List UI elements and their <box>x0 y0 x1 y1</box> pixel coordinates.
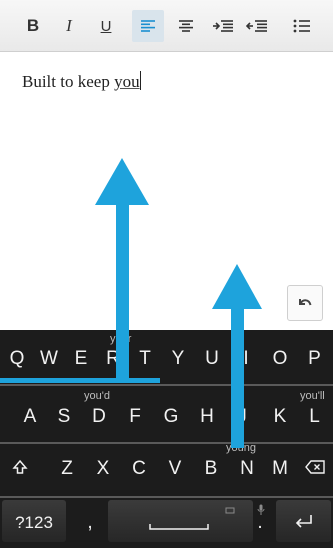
align-center-button[interactable] <box>172 10 200 42</box>
key-label: I <box>243 348 249 369</box>
key-label: C <box>132 458 146 479</box>
key-q[interactable]: Q <box>2 336 32 378</box>
key-z[interactable]: Z <box>50 446 84 488</box>
key-d[interactable]: D <box>82 394 116 436</box>
outdent-icon <box>246 20 267 32</box>
key-label: N <box>240 458 254 479</box>
keyboard-row-4: ?123 , . <box>0 500 333 546</box>
period-key[interactable]: . <box>248 500 272 542</box>
editor-text: Built to keep you <box>22 71 141 92</box>
text-editor[interactable]: Built to keep you <box>0 53 333 323</box>
key-s[interactable]: S <box>48 394 80 436</box>
key-label: Q <box>9 348 25 369</box>
key-label: S <box>57 406 71 427</box>
key-label: , <box>87 512 93 533</box>
key-label: ?123 <box>15 513 53 532</box>
key-label: G <box>163 406 179 427</box>
key-r[interactable]: R <box>98 336 128 378</box>
key-label: H <box>200 406 214 427</box>
undo-button[interactable] <box>287 285 323 321</box>
key-label: O <box>272 348 288 369</box>
enter-key[interactable] <box>276 500 331 542</box>
microphone-icon <box>257 504 265 515</box>
key-label: A <box>23 406 37 427</box>
italic-button[interactable]: I <box>56 10 82 42</box>
enter-icon <box>295 515 312 528</box>
key-w[interactable]: W <box>34 336 64 378</box>
key-t[interactable]: T <box>130 336 160 378</box>
formatting-toolbar: B I U <box>0 0 333 52</box>
comma-key[interactable]: , <box>76 500 104 542</box>
key-label: T <box>139 348 151 369</box>
shift-key[interactable] <box>2 446 38 488</box>
key-label: R <box>106 348 120 369</box>
key-b[interactable]: B <box>194 446 228 488</box>
key-v[interactable]: V <box>158 446 192 488</box>
key-label: Y <box>171 348 185 369</box>
key-label: Z <box>61 458 73 479</box>
virtual-keyboard: your Q W E R T Y U I O P you'd you'll A … <box>0 330 333 548</box>
key-j[interactable]: J <box>226 394 258 436</box>
underline-button[interactable]: U <box>93 10 119 42</box>
key-k[interactable]: K <box>264 394 296 436</box>
align-center-icon <box>179 20 193 32</box>
key-x[interactable]: X <box>86 446 120 488</box>
undo-icon <box>299 299 312 306</box>
editor-text-composing-word: you <box>114 72 140 91</box>
align-left-button[interactable] <box>132 10 164 42</box>
symbols-key[interactable]: ?123 <box>2 500 66 542</box>
italic-label: I <box>66 16 72 35</box>
key-label: F <box>129 406 141 427</box>
key-f[interactable]: F <box>118 394 152 436</box>
backspace-icon <box>304 460 325 474</box>
key-i[interactable]: I <box>230 336 262 378</box>
key-label: D <box>92 406 106 427</box>
keyboard-divider <box>0 496 333 498</box>
key-l[interactable]: L <box>298 394 331 436</box>
keyboard-divider <box>0 442 333 444</box>
text-caret <box>139 71 141 90</box>
space-icon <box>149 507 235 530</box>
key-o[interactable]: O <box>264 336 296 378</box>
key-a[interactable]: A <box>14 394 46 436</box>
key-label: V <box>168 458 182 479</box>
outdent-button[interactable] <box>242 10 272 42</box>
key-label: E <box>74 348 88 369</box>
key-c[interactable]: C <box>122 446 156 488</box>
indent-icon <box>213 20 233 32</box>
key-label: K <box>273 406 287 427</box>
key-m[interactable]: M <box>264 446 296 488</box>
key-e[interactable]: E <box>66 336 96 378</box>
key-label: B <box>204 458 218 479</box>
key-y[interactable]: Y <box>162 336 194 378</box>
keyboard-row-2: you'd you'll A S D F G H J K L <box>0 386 333 432</box>
bullet-list-button[interactable] <box>286 10 318 42</box>
key-label: P <box>308 348 321 369</box>
align-left-icon <box>141 20 155 32</box>
backspace-key[interactable] <box>298 446 331 488</box>
key-label: W <box>40 348 58 369</box>
key-label: J <box>237 406 247 427</box>
key-n[interactable]: N <box>230 446 264 488</box>
editor-text-plain: Built to keep <box>22 72 115 91</box>
key-g[interactable]: G <box>154 394 188 436</box>
key-h[interactable]: H <box>190 394 224 436</box>
shift-icon <box>12 459 28 474</box>
bold-label: B <box>26 16 40 35</box>
bullet-list-icon <box>293 19 310 33</box>
key-label: M <box>272 458 288 479</box>
indent-button[interactable] <box>208 10 238 42</box>
keyboard-row-1: your Q W E R T Y U I O P <box>0 333 333 382</box>
bold-button[interactable]: B <box>20 10 46 42</box>
key-label: U <box>205 348 219 369</box>
key-label: L <box>309 406 320 427</box>
key-label: X <box>96 458 110 479</box>
underline-label: U <box>100 17 112 35</box>
space-bar[interactable] <box>108 500 253 542</box>
key-u[interactable]: U <box>196 336 228 378</box>
keyboard-row-3: young Z X C V B N M <box>0 442 333 492</box>
key-p[interactable]: P <box>298 336 331 378</box>
